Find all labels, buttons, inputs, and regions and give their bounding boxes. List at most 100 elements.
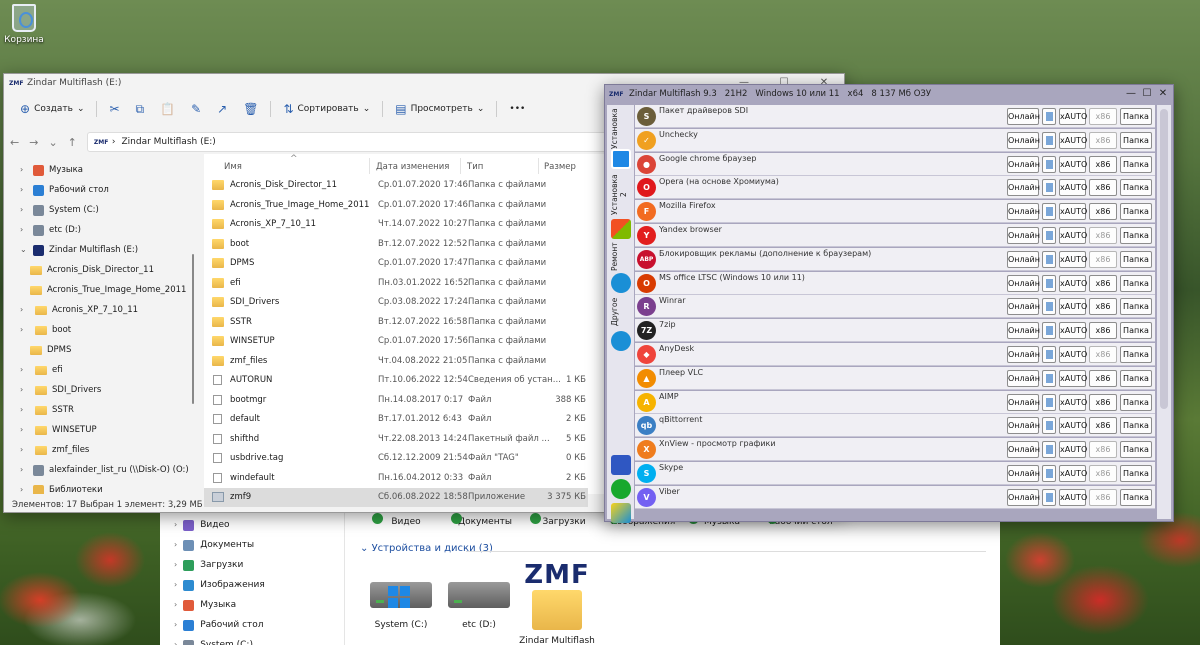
windows-tile-icon[interactable] bbox=[611, 149, 631, 169]
x86-button[interactable]: x86 bbox=[1089, 250, 1117, 268]
document-icon[interactable] bbox=[1042, 465, 1056, 482]
tab-install-2[interactable]: Установка 2 bbox=[610, 173, 628, 217]
nav-tree-item[interactable]: Acronis_True_Image_Home_2011 bbox=[30, 280, 186, 300]
folder-button[interactable]: Папка bbox=[1120, 369, 1152, 387]
folder-button[interactable]: Папка bbox=[1120, 131, 1152, 149]
green-status-icon[interactable] bbox=[611, 479, 631, 499]
nav-tree-item[interactable]: › System (C:) bbox=[20, 200, 99, 220]
bg-nav-item[interactable]: › Изображения bbox=[174, 575, 265, 595]
document-icon[interactable] bbox=[1042, 131, 1056, 149]
x86-button[interactable]: x86 bbox=[1089, 322, 1117, 340]
file-row[interactable]: usbdrive.tag Сб.12.12.2009 21:54 Файл "TAG… bbox=[204, 449, 588, 468]
bg-nav-item[interactable]: › Загрузки bbox=[174, 555, 243, 575]
save-disk-icon[interactable] bbox=[611, 455, 631, 475]
document-icon[interactable] bbox=[1042, 393, 1056, 411]
nav-tree-item[interactable]: › Библиотеки bbox=[20, 480, 103, 494]
x86-button[interactable]: x86 bbox=[1089, 417, 1117, 435]
file-row[interactable]: zmf_files Чт.04.08.2022 21:05 Папка с файл… bbox=[204, 352, 588, 371]
nav-tree-item[interactable]: ⌄ Zindar Multiflash (E:) bbox=[20, 240, 138, 260]
zmf-titlebar[interactable]: ZMF Zindar Multiflash 9.3 21H2 Windows 1… bbox=[605, 85, 1173, 103]
file-row[interactable]: bootmgr Пн.14.08.2017 0:17 Файл 388 КБ bbox=[204, 391, 588, 410]
nav-tree-item[interactable]: › Acronis_XP_7_10_11 bbox=[20, 300, 138, 320]
folder-button[interactable]: Папка bbox=[1120, 203, 1152, 221]
nav-tree-item[interactable]: › SDI_Drivers bbox=[20, 380, 101, 400]
tree-chevron-icon[interactable]: › bbox=[20, 360, 28, 380]
folder-button[interactable]: Папка bbox=[1120, 179, 1152, 197]
folder-button[interactable]: Папка bbox=[1120, 274, 1152, 292]
cut-button[interactable]: ✂ bbox=[101, 98, 127, 120]
windows-flag-icon[interactable] bbox=[611, 219, 631, 239]
zmf-scroll-thumb[interactable] bbox=[1160, 109, 1168, 409]
document-icon[interactable] bbox=[1042, 274, 1056, 292]
x86-button[interactable]: x86 bbox=[1089, 393, 1117, 411]
nav-tree-item[interactable]: Acronis_Disk_Director_11 bbox=[30, 260, 154, 280]
nav-tree-item[interactable]: DPMS bbox=[30, 340, 71, 360]
file-row[interactable]: AUTORUN Пт.10.06.2022 12:54 Сведения об ус… bbox=[204, 371, 588, 390]
bg-nav-item[interactable]: › Музыка bbox=[174, 595, 236, 615]
xauto-button[interactable]: xAUTO bbox=[1059, 179, 1087, 197]
x86-button[interactable]: x86 bbox=[1089, 465, 1117, 482]
file-row[interactable]: SSTR Вт.12.07.2022 16:58 Папка с файлами bbox=[204, 313, 588, 332]
paste-button[interactable]: 📋 bbox=[152, 98, 183, 120]
xauto-button[interactable]: xAUTO bbox=[1059, 369, 1087, 387]
tab-other[interactable]: Другое bbox=[610, 295, 628, 329]
tree-chevron-icon[interactable]: › bbox=[20, 160, 28, 180]
tree-chevron-icon[interactable]: › bbox=[20, 420, 28, 440]
folder-button[interactable]: Папка bbox=[1120, 250, 1152, 268]
file-row[interactable]: shifthd Чт.22.08.2013 14:24 Пакетный файл … bbox=[204, 430, 588, 449]
tools-icon[interactable] bbox=[611, 273, 631, 293]
online-button[interactable]: Онлайн bbox=[1007, 441, 1040, 459]
nav-tree-item[interactable]: › Музыка bbox=[20, 160, 83, 180]
tree-chevron-icon[interactable]: ⌄ bbox=[20, 240, 28, 260]
copy-button[interactable]: ⧉ bbox=[128, 98, 153, 120]
x86-button[interactable]: x86 bbox=[1089, 346, 1117, 363]
xauto-button[interactable]: xAUTO bbox=[1059, 417, 1087, 435]
folder-button[interactable]: Папка bbox=[1120, 322, 1152, 340]
file-row[interactable]: zmf9 Сб.06.08.2022 18:58 Приложение 3 375 К… bbox=[204, 488, 588, 507]
file-row[interactable]: windefault Пн.16.04.2012 0:33 Файл 2 КБ bbox=[204, 469, 588, 488]
document-icon[interactable] bbox=[1042, 298, 1056, 316]
column-date[interactable]: Дата изменения bbox=[376, 162, 449, 172]
x86-button[interactable]: x86 bbox=[1089, 131, 1117, 149]
online-button[interactable]: Онлайн bbox=[1007, 346, 1040, 363]
online-button[interactable]: Онлайн bbox=[1007, 155, 1040, 173]
online-button[interactable]: Онлайн bbox=[1007, 322, 1040, 340]
online-button[interactable]: Онлайн bbox=[1007, 179, 1040, 197]
drive-tile[interactable]: System (C:) bbox=[356, 560, 446, 630]
x86-button[interactable]: x86 bbox=[1089, 179, 1117, 197]
sort-button[interactable]: ⇅ Сортировать ⌄ bbox=[275, 98, 378, 120]
nav-tree-item[interactable]: › Рабочий стол bbox=[20, 180, 109, 200]
file-row[interactable]: Acronis_XP_7_10_11 Чт.14.07.2022 10:27 Пап… bbox=[204, 215, 588, 234]
zmf-minimize-button[interactable]: — bbox=[1123, 85, 1139, 103]
library-tile[interactable]: Загрузки bbox=[524, 513, 604, 527]
nav-tree-item[interactable]: › zmf_files bbox=[20, 440, 89, 460]
online-button[interactable]: Онлайн bbox=[1007, 417, 1040, 435]
nav-tree-item[interactable]: › SSTR bbox=[20, 400, 74, 420]
delete-button[interactable]: 🗑 bbox=[235, 98, 266, 120]
rename-button[interactable]: ✎ bbox=[183, 98, 209, 120]
xauto-button[interactable]: xAUTO bbox=[1059, 155, 1087, 173]
folder-button[interactable]: Папка bbox=[1120, 488, 1152, 506]
file-row[interactable]: efi Пн.03.01.2022 16:52 Папка с файлами bbox=[204, 274, 588, 293]
online-button[interactable]: Онлайн bbox=[1007, 274, 1040, 292]
up-arrow-icon[interactable]: ↑ bbox=[68, 136, 77, 149]
forward-arrow-icon[interactable]: → bbox=[29, 136, 38, 149]
xauto-button[interactable]: xAUTO bbox=[1059, 250, 1087, 268]
tree-chevron-icon[interactable]: › bbox=[20, 400, 28, 420]
nav-tree-item[interactable]: › boot bbox=[20, 320, 71, 340]
file-row[interactable]: WINSETUP Ср.01.07.2020 17:56 Папка с файла… bbox=[204, 332, 588, 351]
online-button[interactable]: Онлайн bbox=[1007, 369, 1040, 387]
xauto-button[interactable]: xAUTO bbox=[1059, 227, 1087, 244]
folder-button[interactable]: Папка bbox=[1120, 441, 1152, 459]
bg-nav-item[interactable]: › Рабочий стол bbox=[174, 615, 264, 635]
zmf-close-button[interactable]: ✕ bbox=[1155, 85, 1171, 103]
nav-tree-item[interactable]: › WINSETUP bbox=[20, 420, 97, 440]
document-icon[interactable] bbox=[1042, 488, 1056, 506]
folder-button[interactable]: Папка bbox=[1120, 346, 1152, 363]
tree-chevron-icon[interactable]: › bbox=[20, 320, 28, 340]
devices-section-title[interactable]: ⌄ Устройства и диски (3) bbox=[360, 543, 493, 554]
tree-chevron-icon[interactable]: › bbox=[20, 460, 28, 480]
online-button[interactable]: Онлайн bbox=[1007, 488, 1040, 506]
drive-tile[interactable]: ZMF Zindar Multiflash (E:) bbox=[512, 560, 602, 645]
recent-chevron-icon[interactable]: ⌄ bbox=[48, 136, 57, 149]
